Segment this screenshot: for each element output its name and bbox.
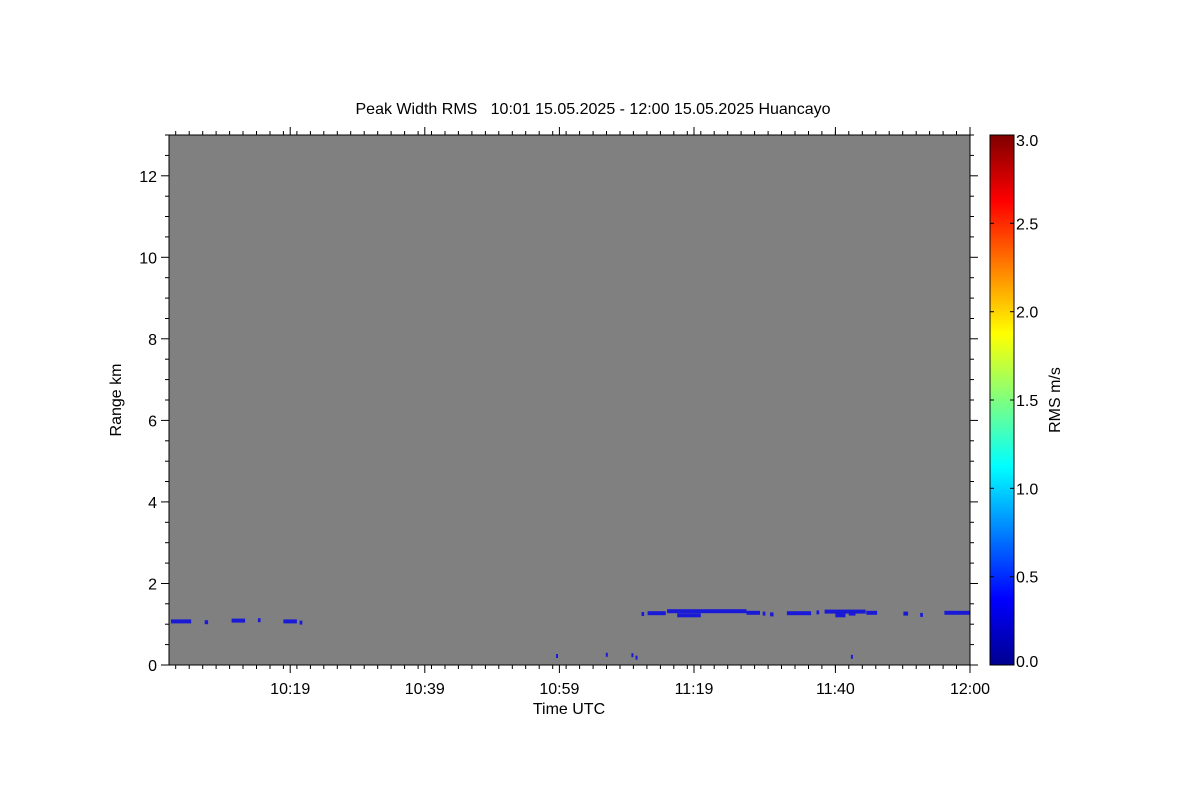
echo-segment: [866, 610, 878, 615]
colorbar-tick-label: 2.0: [1016, 305, 1038, 322]
y-tick-label: 10: [139, 250, 157, 267]
chart-figure: Peak Width RMS 10:01 15.05.2025 - 12:00 …: [0, 0, 1200, 800]
y-axis-label: Range km: [108, 364, 125, 437]
colorbar-tick-label: 1.5: [1016, 393, 1038, 410]
colorbar-tick-label: 2.5: [1016, 216, 1038, 233]
plot-area: [169, 135, 970, 665]
colorbar-tick-label: 0.0: [1016, 654, 1038, 671]
echo-segment: [770, 612, 774, 617]
x-tick-label: 11:40: [816, 681, 855, 698]
y-tick-label: 8: [148, 332, 157, 349]
echo-segment: [816, 610, 820, 615]
echo-segment: [204, 620, 209, 625]
y-tick-label: 12: [139, 169, 157, 186]
echo-segment: [903, 611, 909, 616]
echo-segment: [283, 619, 297, 624]
echo-segment: [605, 652, 608, 657]
colorbar-tick-label: 1.0: [1016, 481, 1038, 498]
echo-segment: [647, 611, 666, 616]
y-tick-label: 4: [148, 495, 157, 512]
echo-segment: [944, 610, 970, 615]
x-tick-label: 10:59: [539, 681, 579, 698]
x-axis-label: Time UTC: [533, 701, 605, 718]
x-tick-label: 10:19: [270, 681, 310, 698]
echo-segment: [631, 653, 634, 658]
echo-segment: [848, 611, 856, 616]
chart-svg: Peak Width RMS 10:01 15.05.2025 - 12:00 …: [108, 101, 1064, 718]
echo-segment: [762, 611, 766, 616]
colorbar-tick-label: 3.0: [1016, 133, 1038, 150]
echo-segment: [556, 654, 558, 658]
x-tick-label: 10:39: [405, 681, 445, 698]
echo-segment: [171, 619, 192, 624]
echo-segment: [850, 654, 853, 659]
echo-segment: [635, 655, 638, 660]
echo-segment: [231, 618, 246, 623]
x-tick-label: 12:00: [950, 681, 990, 698]
echo-segment: [835, 613, 846, 618]
echo-segment: [641, 612, 645, 616]
y-tick-label: 6: [148, 413, 157, 430]
colorbar-label: RMS m/s: [1047, 367, 1064, 433]
y-tick-label: 2: [148, 577, 157, 594]
echo-segment: [299, 620, 303, 625]
echo-segment: [786, 611, 812, 616]
echo-segment: [824, 609, 866, 614]
echo-segment: [667, 609, 747, 614]
echo-segment: [920, 612, 923, 617]
echo-segment: [677, 613, 701, 618]
echo-segment: [257, 618, 261, 623]
y-tick-label: 0: [148, 658, 157, 675]
echo-segment: [746, 610, 760, 615]
colorbar-tick-label: 0.5: [1016, 570, 1038, 587]
chart-title: Peak Width RMS 10:01 15.05.2025 - 12:00 …: [356, 101, 831, 118]
x-tick-label: 11:19: [675, 681, 714, 698]
